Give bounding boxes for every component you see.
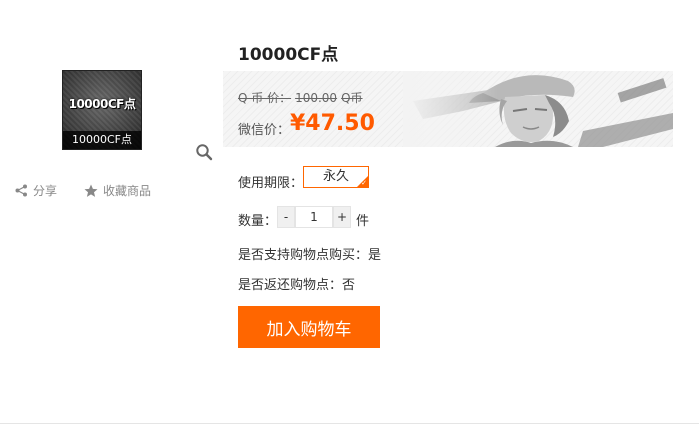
original-price-value: 100.00 [295,91,338,105]
quantity-label: 数量： [238,214,278,229]
product-title: 10000CF点 [238,45,339,65]
share-label: 分享 [33,184,58,198]
check-icon: ✓ [361,179,367,187]
period-option-label: 永久 [322,169,349,184]
bottom-divider [0,423,699,424]
add-to-cart-button[interactable]: 加入购物车 [238,306,380,348]
search-icon[interactable] [195,143,213,161]
thumbnail-caption: 10000CF点 [63,131,141,149]
wechat-price-label: 微信价： [238,123,291,138]
product-thumbnail[interactable]: 10000CF点 10000CF点 [62,70,142,150]
quantity-unit: 件 [356,214,370,229]
star-icon [84,184,98,198]
banner-character-image [403,71,673,147]
wechat-price-value: ¥47.50 [290,111,375,136]
quantity-decrease-button[interactable]: - [277,206,295,228]
thumbnail-title: 10000CF点 [68,97,136,111]
original-price-unit: Q币 [341,91,363,105]
quantity-input[interactable] [295,206,333,228]
original-price-label: Q 币 价： [238,91,292,105]
share-icon [15,184,28,197]
favorite-button[interactable]: 收藏商品 [84,182,151,199]
share-button[interactable]: 分享 [15,182,57,199]
points-purchase-info: 是否支持购物点购买：是 [238,248,382,263]
favorite-label: 收藏商品 [103,184,152,198]
period-option-selected[interactable]: 永久 ✓ [303,166,369,188]
period-label: 使用期限： [238,176,304,191]
quantity-increase-button[interactable]: + [333,206,351,228]
original-price: Q 币 价： 100.00 Q币 [238,89,367,106]
points-return-info: 是否返还购物点：否 [238,278,356,293]
price-panel: Q 币 价： 100.00 Q币 微信价： ¥47.50 [223,71,673,147]
